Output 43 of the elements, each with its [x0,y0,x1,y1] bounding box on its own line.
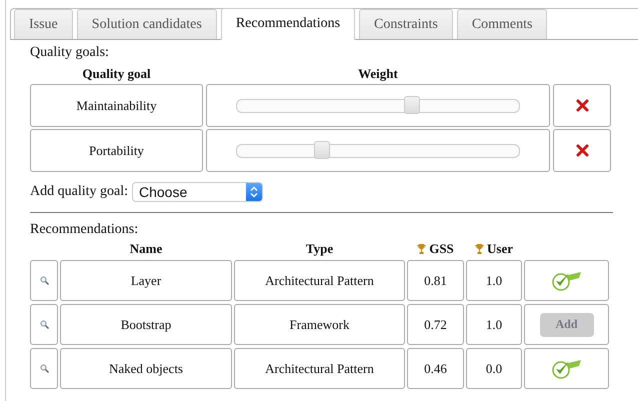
delete-icon[interactable] [576,144,588,157]
stepper-icon [250,186,258,198]
table-cell: Framework [234,304,405,345]
table-cell: Portability [30,129,203,172]
table-cell: Naked objects [60,348,232,389]
column-header: Weight [357,66,399,82]
weight-slider[interactable] [236,144,520,158]
tab[interactable]: Issue [14,9,73,39]
search-icon[interactable] [40,320,48,329]
trophy-icon [475,244,484,254]
tab[interactable]: Comments [456,9,548,39]
quality-goal-select[interactable]: Choose [132,182,263,202]
table-cell: 0.81 [407,260,464,301]
field-label: Add quality goal: [30,183,128,201]
table-cell: Maintainability [30,84,203,127]
section-label: Recommendations: [30,221,140,239]
table-cell: 1.0 [466,304,522,345]
search-icon[interactable] [40,276,48,285]
table-cell: 0.46 [407,348,464,389]
delete-icon[interactable] [576,99,588,112]
table-cell: Architectural Pattern [234,348,405,389]
table-cell: 1.0 [466,260,522,301]
table-cell: Architectural Pattern [234,260,405,301]
column-header-text: Name [130,241,162,257]
tab[interactable]: Recommendations [220,8,356,40]
column-header-text: GSS [429,241,454,257]
table-cell: 0.72 [407,304,464,345]
slider-thumb[interactable] [314,140,330,158]
slider-thumb[interactable] [404,96,420,114]
search-icon[interactable] [40,364,48,373]
column-header-text: User [487,241,513,257]
trophy-icon [417,244,426,254]
weight-slider[interactable] [236,98,520,112]
tab[interactable]: Solution candidates [76,9,217,39]
section-label: Quality goals: [30,44,110,62]
table-cell: 0.0 [466,348,522,389]
table-cell: Layer [60,260,232,301]
column-header: Quality goal [81,66,152,82]
tab[interactable]: Constraints [359,9,453,39]
check-badge-icon [552,270,582,290]
column-header-text: Type [306,241,334,257]
check-badge-icon [552,358,582,378]
table-cell: Bootstrap [60,304,232,345]
